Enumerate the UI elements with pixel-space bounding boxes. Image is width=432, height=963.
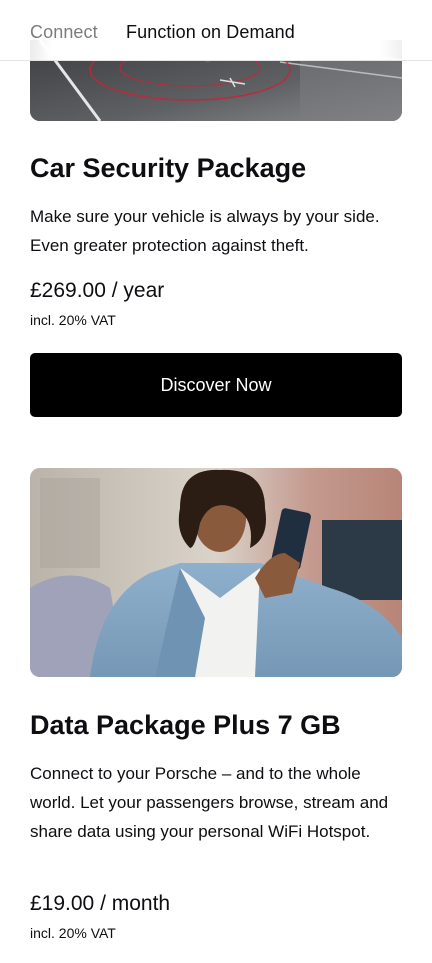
package-description: Connect to your Porsche – and to the who… <box>30 764 389 841</box>
vat-note: incl. 20% VAT <box>30 312 116 328</box>
package-price: £269.00 / year <box>30 279 165 302</box>
tab-function-on-demand[interactable]: Function on Demand <box>126 22 295 43</box>
woman-using-smartphone-photo <box>30 468 402 677</box>
tab-connect[interactable]: Connect <box>30 22 98 43</box>
package-price: £19.00 / month <box>30 892 171 915</box>
package-title: Data Package Plus 7 GB <box>30 710 341 740</box>
top-nav-bar: Connect Function on Demand <box>0 0 432 61</box>
package-title: Car Security Package <box>30 153 307 183</box>
vat-note: incl. 20% VAT <box>30 925 116 941</box>
discover-now-button[interactable]: Discover Now <box>30 353 402 417</box>
data-package-image <box>30 468 402 677</box>
package-description: Make sure your vehicle is always by your… <box>30 207 380 255</box>
